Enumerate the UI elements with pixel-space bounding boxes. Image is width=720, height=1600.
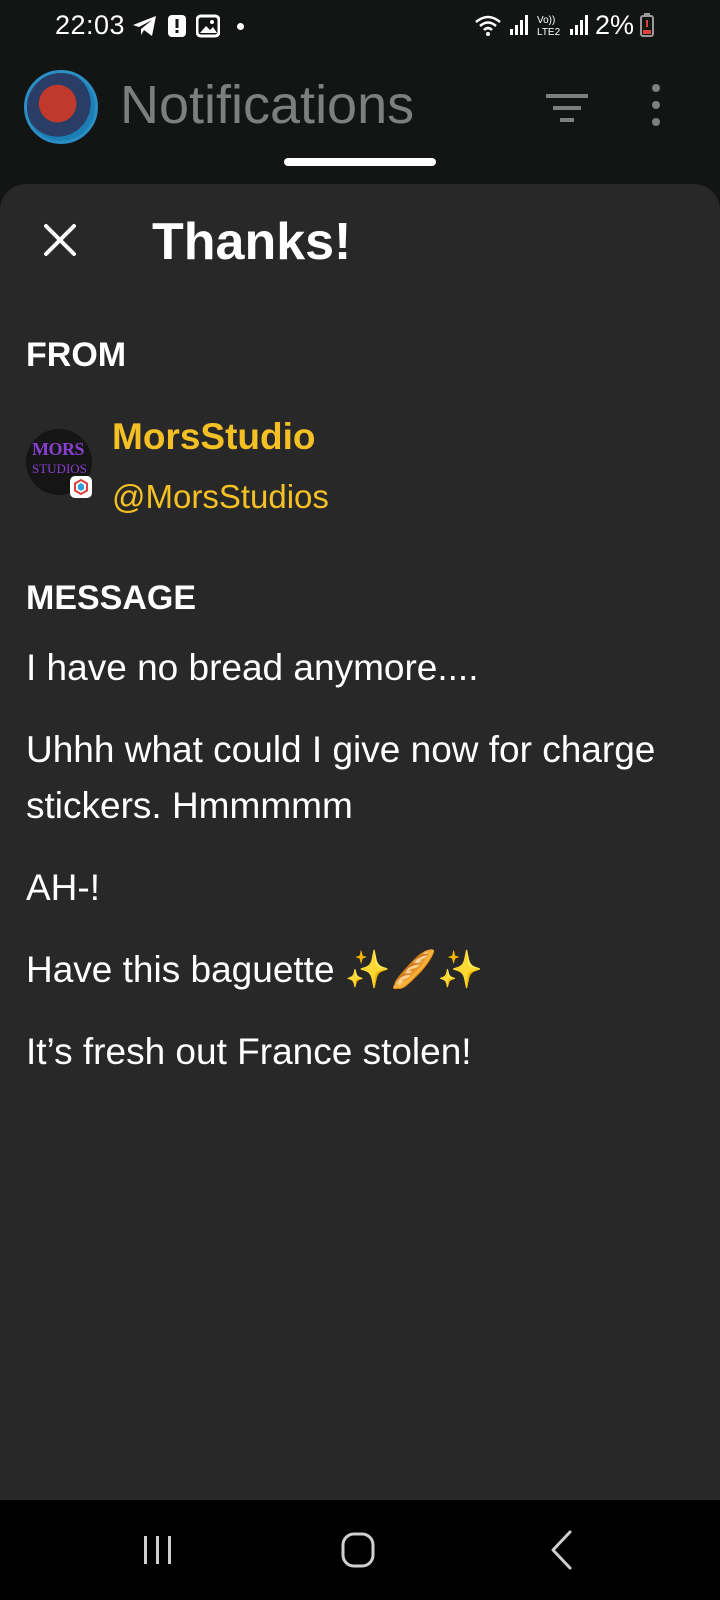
network-label: LTE2 <box>537 27 561 38</box>
filter-icon[interactable] <box>542 90 592 126</box>
volte-icon: Vo))LTE2 <box>537 15 561 38</box>
sender-handle[interactable]: @MorsStudios <box>112 478 329 516</box>
notification-detail-sheet: Thanks! FROM MORS STUDIOS MorsStudio @Mo… <box>0 184 720 1500</box>
home-icon[interactable] <box>340 1530 376 1570</box>
message-label: MESSAGE <box>26 579 197 617</box>
sheet-title: Thanks! <box>152 213 352 271</box>
message-line: It’s fresh out France stolen! <box>26 1031 472 1072</box>
more-options-icon[interactable] <box>652 82 660 128</box>
status-notification-icons <box>132 13 244 39</box>
message-line: Uhhh what could I give now for charge st… <box>26 729 656 826</box>
message-line: Have this baguette ✨🥖✨ <box>26 949 484 990</box>
telegram-icon <box>133 16 156 36</box>
battery-low-icon <box>640 13 654 37</box>
status-time: 22:03 <box>55 10 126 40</box>
close-icon <box>44 224 76 256</box>
gallery-icon <box>196 14 220 38</box>
close-button[interactable] <box>36 216 84 264</box>
system-navigation-bar <box>0 1500 720 1600</box>
sheet-drag-handle[interactable] <box>284 158 436 166</box>
profile-avatar[interactable] <box>24 70 98 144</box>
signal-icon <box>569 15 588 35</box>
recent-apps-icon[interactable] <box>138 1532 178 1568</box>
notification-dot <box>237 22 244 30</box>
avatar-logo-text: MORS <box>32 439 85 459</box>
svg-text:Vo)): Vo)) <box>537 15 555 26</box>
alert-icon <box>168 15 186 37</box>
from-label: FROM <box>26 336 127 374</box>
message-line: AH-! <box>26 867 100 908</box>
signal-icon <box>509 15 528 35</box>
page-title: Notifications <box>120 75 415 135</box>
message-line: I have no bread anymore.... <box>26 647 479 688</box>
wifi-icon <box>475 15 501 36</box>
battery-percentage: 2% <box>594 9 634 40</box>
status-bar: 22:03 Vo)) LTE2 2% <box>0 0 720 52</box>
back-icon[interactable] <box>548 1528 574 1572</box>
status-system-icons: Vo)) LTE2 2% <box>473 10 654 40</box>
verified-badge-icon <box>70 476 92 498</box>
app-bar: Notifications <box>0 52 720 180</box>
avatar-logo-subtext: STUDIOS <box>32 461 87 476</box>
sender-name[interactable]: MorsStudio <box>112 416 315 458</box>
message-body: I have no bread anymore.... Uhhh what co… <box>26 640 686 1106</box>
